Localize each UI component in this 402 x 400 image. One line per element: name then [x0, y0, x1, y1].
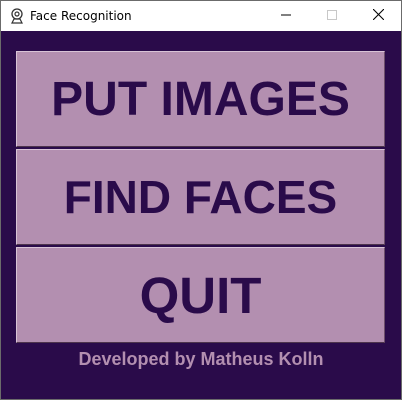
title-bar[interactable]: Face Recognition [1, 1, 401, 31]
main-panel: PUT IMAGES FIND FACES QUIT Developed by … [1, 31, 401, 399]
put-images-button[interactable]: PUT IMAGES [16, 51, 385, 147]
app-window: Face Recognition PUT IMAGES FIND FACES Q… [0, 0, 402, 400]
minimize-icon [281, 7, 291, 25]
quit-button[interactable]: QUIT [16, 247, 385, 343]
developer-credit: Developed by Matheus Kolln [78, 349, 324, 369]
minimize-button[interactable] [263, 1, 309, 31]
close-button[interactable] [355, 1, 401, 31]
webcam-icon [9, 8, 25, 24]
window-title: Face Recognition [30, 9, 132, 23]
maximize-icon [327, 7, 337, 25]
find-faces-button[interactable]: FIND FACES [16, 149, 385, 245]
maximize-button[interactable] [309, 1, 355, 31]
close-icon [372, 7, 384, 25]
